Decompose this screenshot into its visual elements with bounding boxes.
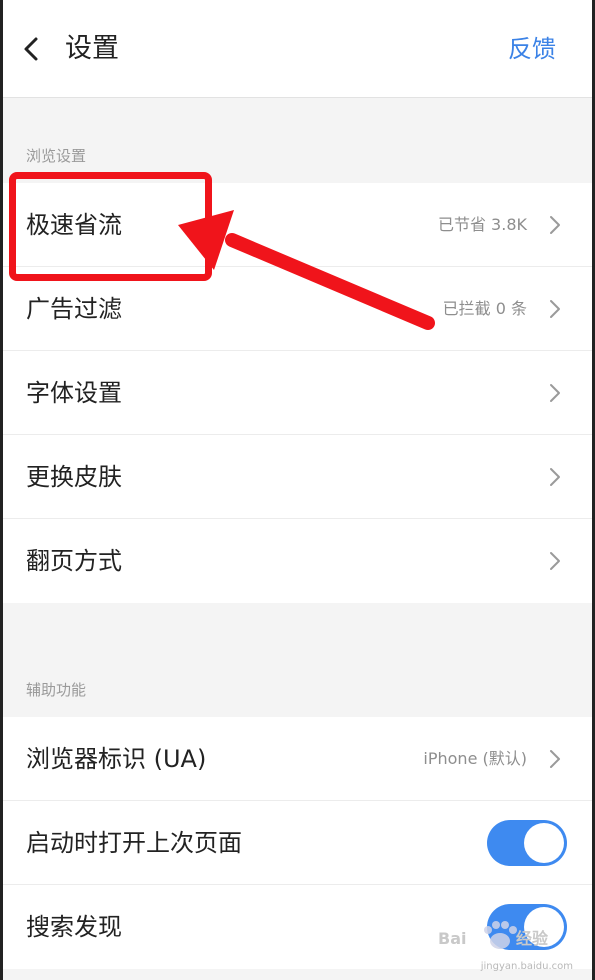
- setting-row-user-agent[interactable]: 浏览器标识 (UA) iPhone (默认): [3, 717, 592, 801]
- chevron-left-icon: [24, 37, 38, 61]
- top-nav-bar: 设置 反馈: [3, 0, 592, 98]
- feedback-button[interactable]: 反馈: [508, 30, 556, 68]
- row-label: 搜索发现: [26, 913, 122, 941]
- chevron-right-icon: [548, 550, 562, 572]
- setting-row-font[interactable]: 字体设置: [3, 351, 592, 435]
- row-label: 浏览器标识 (UA): [26, 745, 207, 773]
- chevron-right-icon: [548, 466, 562, 488]
- back-button[interactable]: [13, 30, 49, 68]
- row-label: 更换皮肤: [26, 463, 122, 491]
- setting-row-page-turn[interactable]: 翻页方式: [3, 519, 592, 603]
- section-label-assist: 辅助功能: [26, 681, 87, 699]
- restore-last-page-toggle[interactable]: [487, 820, 567, 866]
- annotation-highlight-box: [9, 172, 212, 281]
- row-label: 启动时打开上次页面: [26, 829, 242, 857]
- row-label: 翻页方式: [26, 547, 122, 575]
- chevron-right-icon: [548, 214, 562, 236]
- row-value: 已拦截 0 条: [442, 299, 527, 318]
- chevron-right-icon: [548, 298, 562, 320]
- chevron-right-icon: [548, 382, 562, 404]
- page-title: 设置: [65, 33, 119, 64]
- toggle-knob: [524, 823, 564, 863]
- svg-text:Bai: Bai: [438, 929, 466, 948]
- svg-text:经验: 经验: [516, 929, 549, 948]
- setting-row-restore-last-page: 启动时打开上次页面: [3, 801, 592, 885]
- section-label-browse: 浏览设置: [26, 147, 87, 165]
- setting-row-skin[interactable]: 更换皮肤: [3, 435, 592, 519]
- watermark-url: jingyan.baidu.com: [480, 961, 573, 972]
- row-value: 已节省 3.8K: [437, 215, 527, 234]
- baidu-jingyan-watermark-icon: Bai 经验: [438, 921, 549, 949]
- row-label: 字体设置: [26, 379, 122, 407]
- row-value: iPhone (默认): [423, 749, 527, 768]
- chevron-right-icon: [548, 748, 562, 770]
